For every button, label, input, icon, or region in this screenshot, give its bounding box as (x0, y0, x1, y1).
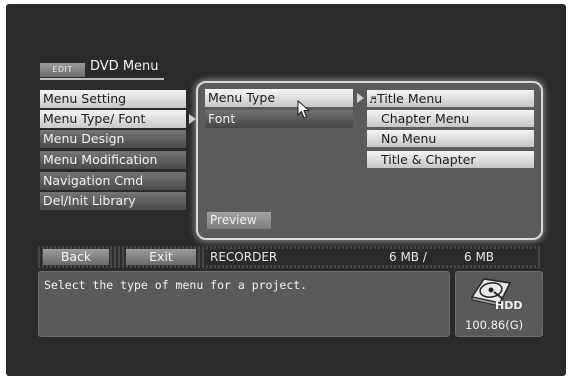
sidebar-item-menu-setting[interactable]: Menu Setting (40, 90, 186, 108)
triangle-right-icon (189, 114, 196, 124)
sidebar-item-del-init-library[interactable]: Del/Init Library (40, 192, 186, 210)
mouse-pointer-icon (297, 100, 311, 119)
preview-button[interactable]: Preview (207, 212, 271, 229)
storage-device-label: HDD (495, 299, 523, 312)
submenu-item-font[interactable]: Font (205, 110, 353, 128)
edit-tag: EDIT (40, 63, 85, 77)
exit-button[interactable]: Exit (126, 249, 196, 265)
total-size: 6 MB (464, 250, 495, 264)
used-size: 6 MB / (389, 250, 427, 264)
sidebar-item-navigation-cmd[interactable]: Navigation Cmd (40, 172, 186, 190)
source-label: RECORDER (210, 250, 278, 264)
option-label: Title Menu (377, 91, 443, 106)
help-message: Select the type of menu for a project. (38, 271, 450, 337)
option-title-and-chapter[interactable]: Title & Chapter (367, 151, 534, 168)
sidebar-item-menu-design[interactable]: Menu Design (40, 130, 186, 148)
option-title-menu[interactable]: ♬Title Menu (367, 90, 534, 107)
back-button[interactable]: Back (43, 249, 109, 265)
title-underline (40, 78, 164, 80)
checkmark-icon: ♬ (369, 96, 378, 106)
storage-capacity: 100.86(G) (465, 318, 524, 332)
page-title: DVD Menu (90, 59, 159, 74)
submenu-item-menu-type[interactable]: Menu Type (205, 89, 353, 107)
sidebar-item-menu-modification[interactable]: Menu Modification (40, 151, 186, 169)
triangle-right-icon (357, 93, 364, 103)
sidebar-item-menu-type-font[interactable]: Menu Type/ Font (40, 110, 186, 128)
option-no-menu[interactable]: No Menu (367, 130, 534, 147)
option-chapter-menu[interactable]: Chapter Menu (367, 110, 534, 127)
